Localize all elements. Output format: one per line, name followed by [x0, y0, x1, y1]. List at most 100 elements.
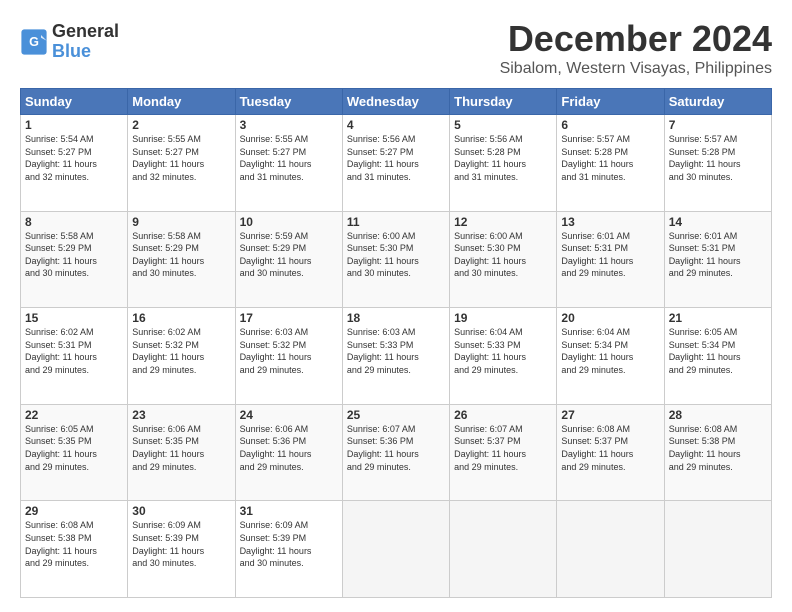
calendar-day-cell [557, 501, 664, 598]
day-number: 29 [25, 504, 123, 518]
calendar-day-cell: 21Sunrise: 6:05 AM Sunset: 5:34 PM Dayli… [664, 308, 771, 405]
calendar-day-cell: 23Sunrise: 6:06 AM Sunset: 5:35 PM Dayli… [128, 404, 235, 501]
calendar-day-header: Saturday [664, 89, 771, 115]
day-info: Sunrise: 5:55 AM Sunset: 5:27 PM Dayligh… [240, 133, 338, 183]
day-info: Sunrise: 6:00 AM Sunset: 5:30 PM Dayligh… [454, 230, 552, 280]
day-info: Sunrise: 6:07 AM Sunset: 5:36 PM Dayligh… [347, 423, 445, 473]
day-info: Sunrise: 5:58 AM Sunset: 5:29 PM Dayligh… [25, 230, 123, 280]
day-number: 13 [561, 215, 659, 229]
page: G General Blue December 2024 Sibalom, We… [0, 0, 792, 612]
day-info: Sunrise: 6:08 AM Sunset: 5:38 PM Dayligh… [25, 519, 123, 569]
calendar-week-row: 1Sunrise: 5:54 AM Sunset: 5:27 PM Daylig… [21, 115, 772, 212]
calendar-day-header: Wednesday [342, 89, 449, 115]
calendar-day-header: Monday [128, 89, 235, 115]
calendar-week-row: 29Sunrise: 6:08 AM Sunset: 5:38 PM Dayli… [21, 501, 772, 598]
day-info: Sunrise: 6:08 AM Sunset: 5:37 PM Dayligh… [561, 423, 659, 473]
calendar-day-cell: 17Sunrise: 6:03 AM Sunset: 5:32 PM Dayli… [235, 308, 342, 405]
day-info: Sunrise: 6:01 AM Sunset: 5:31 PM Dayligh… [561, 230, 659, 280]
day-info: Sunrise: 5:57 AM Sunset: 5:28 PM Dayligh… [669, 133, 767, 183]
calendar-day-cell: 30Sunrise: 6:09 AM Sunset: 5:39 PM Dayli… [128, 501, 235, 598]
day-info: Sunrise: 5:56 AM Sunset: 5:28 PM Dayligh… [454, 133, 552, 183]
calendar-day-cell: 5Sunrise: 5:56 AM Sunset: 5:28 PM Daylig… [450, 115, 557, 212]
calendar-day-cell: 7Sunrise: 5:57 AM Sunset: 5:28 PM Daylig… [664, 115, 771, 212]
calendar-day-cell: 3Sunrise: 5:55 AM Sunset: 5:27 PM Daylig… [235, 115, 342, 212]
calendar-day-cell: 11Sunrise: 6:00 AM Sunset: 5:30 PM Dayli… [342, 211, 449, 308]
calendar-day-cell: 14Sunrise: 6:01 AM Sunset: 5:31 PM Dayli… [664, 211, 771, 308]
day-info: Sunrise: 6:07 AM Sunset: 5:37 PM Dayligh… [454, 423, 552, 473]
day-number: 2 [132, 118, 230, 132]
calendar-day-cell: 31Sunrise: 6:09 AM Sunset: 5:39 PM Dayli… [235, 501, 342, 598]
day-info: Sunrise: 6:00 AM Sunset: 5:30 PM Dayligh… [347, 230, 445, 280]
day-number: 8 [25, 215, 123, 229]
day-number: 20 [561, 311, 659, 325]
day-number: 28 [669, 408, 767, 422]
calendar-day-cell: 19Sunrise: 6:04 AM Sunset: 5:33 PM Dayli… [450, 308, 557, 405]
calendar-day-header: Thursday [450, 89, 557, 115]
calendar-header-row: SundayMondayTuesdayWednesdayThursdayFrid… [21, 89, 772, 115]
calendar-day-cell: 25Sunrise: 6:07 AM Sunset: 5:36 PM Dayli… [342, 404, 449, 501]
calendar-day-cell: 24Sunrise: 6:06 AM Sunset: 5:36 PM Dayli… [235, 404, 342, 501]
day-info: Sunrise: 6:08 AM Sunset: 5:38 PM Dayligh… [669, 423, 767, 473]
calendar-day-cell: 29Sunrise: 6:08 AM Sunset: 5:38 PM Dayli… [21, 501, 128, 598]
day-number: 30 [132, 504, 230, 518]
day-number: 6 [561, 118, 659, 132]
day-number: 14 [669, 215, 767, 229]
calendar-day-cell: 18Sunrise: 6:03 AM Sunset: 5:33 PM Dayli… [342, 308, 449, 405]
day-info: Sunrise: 6:03 AM Sunset: 5:33 PM Dayligh… [347, 326, 445, 376]
day-number: 21 [669, 311, 767, 325]
day-number: 19 [454, 311, 552, 325]
calendar-day-cell [450, 501, 557, 598]
day-info: Sunrise: 5:55 AM Sunset: 5:27 PM Dayligh… [132, 133, 230, 183]
day-info: Sunrise: 6:02 AM Sunset: 5:31 PM Dayligh… [25, 326, 123, 376]
day-number: 9 [132, 215, 230, 229]
calendar-week-row: 22Sunrise: 6:05 AM Sunset: 5:35 PM Dayli… [21, 404, 772, 501]
month-title: December 2024 [500, 18, 772, 60]
day-info: Sunrise: 6:04 AM Sunset: 5:33 PM Dayligh… [454, 326, 552, 376]
day-number: 27 [561, 408, 659, 422]
calendar-day-cell [342, 501, 449, 598]
logo-line1: General [52, 22, 119, 42]
day-info: Sunrise: 6:02 AM Sunset: 5:32 PM Dayligh… [132, 326, 230, 376]
day-number: 7 [669, 118, 767, 132]
day-number: 26 [454, 408, 552, 422]
day-number: 16 [132, 311, 230, 325]
calendar-day-cell: 22Sunrise: 6:05 AM Sunset: 5:35 PM Dayli… [21, 404, 128, 501]
calendar-day-cell: 6Sunrise: 5:57 AM Sunset: 5:28 PM Daylig… [557, 115, 664, 212]
calendar-day-cell: 4Sunrise: 5:56 AM Sunset: 5:27 PM Daylig… [342, 115, 449, 212]
location-title: Sibalom, Western Visayas, Philippines [500, 60, 772, 78]
day-info: Sunrise: 5:59 AM Sunset: 5:29 PM Dayligh… [240, 230, 338, 280]
calendar-day-cell: 13Sunrise: 6:01 AM Sunset: 5:31 PM Dayli… [557, 211, 664, 308]
day-number: 11 [347, 215, 445, 229]
day-info: Sunrise: 6:06 AM Sunset: 5:35 PM Dayligh… [132, 423, 230, 473]
logo-line2: Blue [52, 41, 91, 61]
calendar-day-cell: 8Sunrise: 5:58 AM Sunset: 5:29 PM Daylig… [21, 211, 128, 308]
calendar-day-header: Sunday [21, 89, 128, 115]
calendar-day-cell: 15Sunrise: 6:02 AM Sunset: 5:31 PM Dayli… [21, 308, 128, 405]
day-number: 25 [347, 408, 445, 422]
day-info: Sunrise: 5:58 AM Sunset: 5:29 PM Dayligh… [132, 230, 230, 280]
calendar-day-cell [664, 501, 771, 598]
calendar-day-header: Friday [557, 89, 664, 115]
day-number: 15 [25, 311, 123, 325]
calendar-day-cell: 1Sunrise: 5:54 AM Sunset: 5:27 PM Daylig… [21, 115, 128, 212]
title-block: December 2024 Sibalom, Western Visayas, … [500, 18, 772, 78]
logo: G General Blue [20, 22, 119, 62]
calendar-day-header: Tuesday [235, 89, 342, 115]
svg-text:G: G [29, 35, 39, 49]
calendar-day-cell: 20Sunrise: 6:04 AM Sunset: 5:34 PM Dayli… [557, 308, 664, 405]
day-info: Sunrise: 6:09 AM Sunset: 5:39 PM Dayligh… [240, 519, 338, 569]
calendar-day-cell: 26Sunrise: 6:07 AM Sunset: 5:37 PM Dayli… [450, 404, 557, 501]
header: G General Blue December 2024 Sibalom, We… [20, 18, 772, 78]
day-info: Sunrise: 6:03 AM Sunset: 5:32 PM Dayligh… [240, 326, 338, 376]
day-number: 12 [454, 215, 552, 229]
calendar-week-row: 15Sunrise: 6:02 AM Sunset: 5:31 PM Dayli… [21, 308, 772, 405]
logo-icon: G [20, 28, 48, 56]
day-number: 5 [454, 118, 552, 132]
day-info: Sunrise: 5:54 AM Sunset: 5:27 PM Dayligh… [25, 133, 123, 183]
day-number: 31 [240, 504, 338, 518]
day-number: 3 [240, 118, 338, 132]
logo-text: General Blue [52, 22, 119, 62]
day-number: 23 [132, 408, 230, 422]
day-info: Sunrise: 6:05 AM Sunset: 5:34 PM Dayligh… [669, 326, 767, 376]
calendar-day-cell: 28Sunrise: 6:08 AM Sunset: 5:38 PM Dayli… [664, 404, 771, 501]
